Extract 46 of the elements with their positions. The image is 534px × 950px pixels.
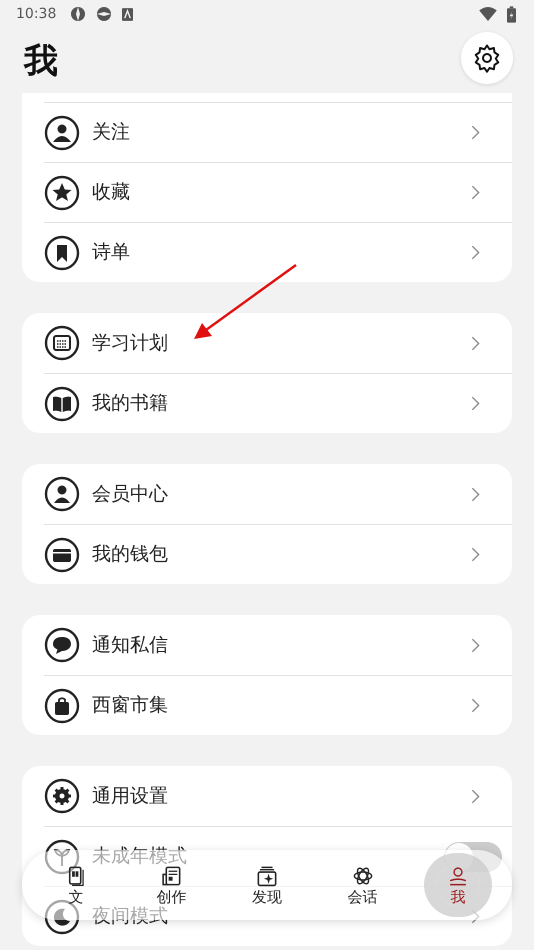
- chat-icon: [44, 627, 80, 663]
- menu-item[interactable]: 收藏: [92, 183, 130, 202]
- menu-item[interactable]: 我的钱包: [92, 545, 168, 564]
- chevron-icon: [471, 336, 480, 350]
- chevron-icon: [471, 185, 480, 200]
- bookmark-icon: [44, 234, 80, 270]
- menu-item[interactable]: 通知私信: [92, 636, 168, 654]
- nav-tab[interactable]: 我: [436, 865, 480, 905]
- menu-item[interactable]: 学习计划: [92, 334, 168, 352]
- chevron-icon: [471, 788, 480, 804]
- menu-item[interactable]: 会员中心: [92, 484, 168, 504]
- wifi-icon: [479, 7, 497, 21]
- nav-tab[interactable]: 发现: [244, 865, 289, 905]
- book-icon: [44, 386, 80, 422]
- keyboard-icon: [122, 8, 134, 20]
- menu-item[interactable]: 关注: [92, 123, 130, 142]
- settings-button[interactable]: [461, 32, 513, 84]
- chevron-icon: [471, 125, 480, 140]
- calendar-icon: [44, 325, 80, 361]
- nav-tab[interactable]: 文: [54, 865, 98, 905]
- chevron-icon: [471, 396, 480, 411]
- chevron-icon: [471, 638, 480, 652]
- menu-item[interactable]: 我的书籍: [92, 394, 168, 413]
- wallet-icon: [44, 536, 80, 572]
- newspaper-icon: [160, 865, 182, 887]
- member-icon: [44, 476, 80, 512]
- status-time: 10:38: [16, 6, 56, 22]
- nav-tab[interactable]: 会话: [340, 865, 385, 905]
- menu-item[interactable]: 诗单: [92, 243, 130, 262]
- chevron-icon: [471, 547, 480, 562]
- bag-icon: [44, 688, 80, 724]
- battery-icon: [507, 6, 516, 22]
- menu-item[interactable]: 通用设置: [92, 786, 168, 806]
- app-icon: [70, 6, 86, 22]
- sprout-icon: [44, 838, 80, 874]
- gear-icon: [44, 778, 80, 814]
- sparkle-card-icon: [256, 865, 278, 887]
- page-title: 我: [24, 40, 58, 82]
- app-icon: [96, 6, 112, 22]
- nav-tab[interactable]: 创作: [149, 865, 194, 905]
- person-icon: [44, 114, 80, 150]
- chevron-icon: [471, 698, 480, 713]
- settings-icon: [472, 42, 502, 72]
- chevron-icon: [471, 245, 480, 260]
- menu-item[interactable]: 西窗市集: [92, 696, 168, 715]
- chevron-icon: [471, 486, 480, 502]
